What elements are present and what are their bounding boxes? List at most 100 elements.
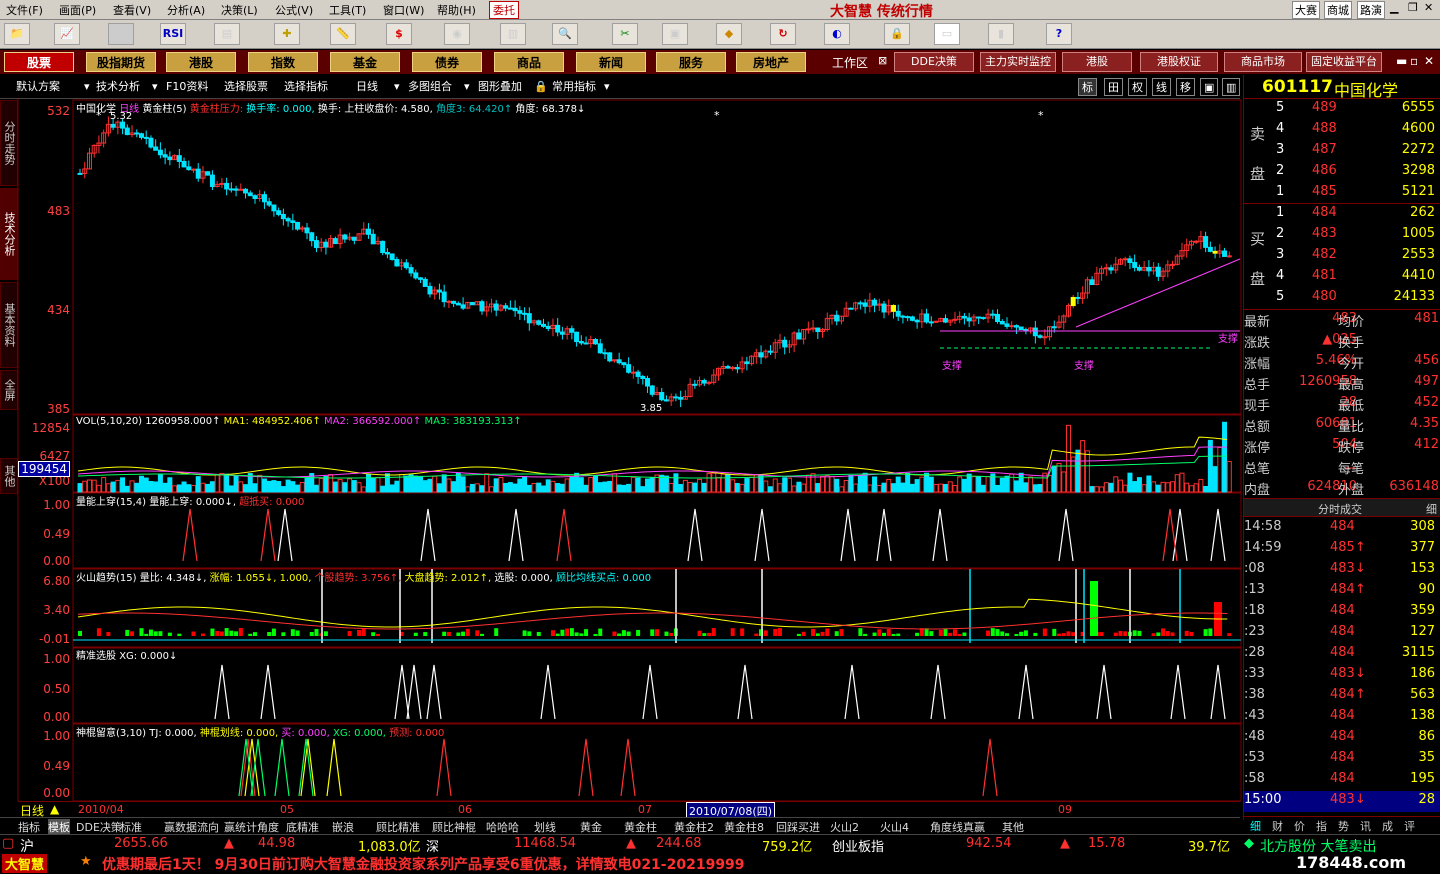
select-stock-tab[interactable]: 选择股票 <box>224 78 268 96</box>
menu-tools[interactable]: 工具(T) <box>329 2 366 18</box>
crosshair-icon[interactable]: ✚ <box>274 23 300 45</box>
ticks-detail-button[interactable]: 细 <box>1426 501 1437 517</box>
menu-screen[interactable]: 画面(P) <box>59 2 96 18</box>
menu-file[interactable]: 文件(F) <box>6 2 43 18</box>
roadshow-link[interactable]: 路演 <box>1357 1 1385 19</box>
diamond-icon[interactable]: ◆ <box>716 23 742 45</box>
indicator-tab[interactable]: 火山2 <box>830 819 859 835</box>
indicator-tab[interactable]: 黄金 <box>580 819 602 835</box>
panel-restore-icon[interactable]: ▫ <box>1410 54 1418 68</box>
chart-icon[interactable]: 📈 <box>54 23 80 45</box>
right-panel-tab[interactable]: 势 <box>1338 818 1349 834</box>
period-up-icon[interactable]: ▲ <box>50 802 59 816</box>
kline-icon[interactable]: ▦ <box>108 23 134 45</box>
minimize-icon[interactable]: ▁ <box>1390 1 1398 14</box>
right-panel-tab[interactable]: 细 <box>1250 818 1261 834</box>
ruler-icon[interactable]: 📏 <box>330 23 356 45</box>
globe-icon[interactable]: ◐ <box>824 23 850 45</box>
tools-icon[interactable]: ✂ <box>612 23 638 45</box>
restore-icon[interactable]: ❐ <box>1408 1 1418 14</box>
multi-chart-tab[interactable]: 多图组合 <box>408 78 452 96</box>
indicator-tab[interactable]: 赢数据流向 <box>164 819 219 835</box>
menu-window[interactable]: 窗口(W) <box>383 2 424 18</box>
lock-small-icon[interactable]: 🔒 <box>534 78 548 96</box>
common-indicator-tab[interactable]: 常用指标 <box>552 78 596 96</box>
mark-button[interactable]: 标 <box>1078 78 1097 96</box>
lock-icon[interactable]: 🔒 <box>884 23 910 45</box>
indicator-tab[interactable]: 黄金柱8 <box>724 819 764 835</box>
indicator-tab[interactable]: 指标 <box>18 819 40 835</box>
rights-button[interactable]: 权 <box>1128 78 1147 96</box>
indicator-tab[interactable]: 顾比神棍 <box>432 819 476 835</box>
indicator-tab[interactable]: 角度线真赢 <box>930 819 985 835</box>
multi-chart-dropdown-icon[interactable]: ▾ <box>464 78 470 96</box>
entrust-button[interactable]: 委托 <box>489 1 519 19</box>
indicator-tab[interactable]: 嵌浪 <box>332 819 354 835</box>
cat-realestate[interactable]: 房地产 <box>736 52 806 72</box>
right-panel-tab[interactable]: 评 <box>1404 818 1415 834</box>
overlay-tab[interactable]: 图形叠加 <box>478 78 522 96</box>
cube-icon[interactable]: ▣ <box>662 23 688 45</box>
grid-icon[interactable]: ▤ <box>214 23 240 45</box>
grid-button[interactable]: 田 <box>1104 78 1123 96</box>
cat-monitor[interactable]: 主力实时监控 <box>980 52 1056 72</box>
indicator-tab[interactable]: 回踩买进 <box>776 819 820 835</box>
dollar-icon[interactable]: $ <box>386 23 412 45</box>
period-dropdown-icon[interactable]: ▾ <box>394 78 400 96</box>
cat-fund[interactable]: 基金 <box>330 52 400 72</box>
brand-badge[interactable]: 大智慧 <box>2 854 48 873</box>
default-scheme[interactable]: 默认方案 <box>16 78 60 96</box>
cat-index[interactable]: 指数 <box>248 52 318 72</box>
cat-commodity[interactable]: 商品 <box>494 52 564 72</box>
menu-view[interactable]: 查看(V) <box>113 2 151 18</box>
f10-tab[interactable]: F10资料 <box>166 78 208 96</box>
right-panel-tab[interactable]: 讯 <box>1360 818 1371 834</box>
binoculars-icon[interactable]: ◉ <box>444 23 470 45</box>
help-icon[interactable]: ? <box>1046 23 1072 45</box>
line-button[interactable]: 线 <box>1152 78 1171 96</box>
search-icon[interactable]: 🔍 <box>552 23 578 45</box>
cat-hk2[interactable]: 港股 <box>1062 52 1132 72</box>
indicator-tab[interactable]: 火山4 <box>880 819 909 835</box>
right-panel-tab[interactable]: 价 <box>1294 818 1305 834</box>
menu-analysis[interactable]: 分析(A) <box>167 2 205 18</box>
rsi-button[interactable]: RSI <box>160 23 186 45</box>
menu-help[interactable]: 帮助(H) <box>437 2 476 18</box>
menu-formula[interactable]: 公式(V) <box>275 2 313 18</box>
indicator-tab[interactable]: 底精准 <box>286 819 319 835</box>
tech-dropdown-icon[interactable]: ▾ <box>152 78 158 96</box>
books-icon[interactable]: ▮ <box>988 23 1014 45</box>
cat-news[interactable]: 新闻 <box>576 52 646 72</box>
indicator-tab[interactable]: 顾比精准 <box>376 819 420 835</box>
indicator-tab[interactable]: 赢统计角度 <box>224 819 279 835</box>
scheme-dropdown-icon[interactable]: ▾ <box>84 78 90 96</box>
indicator-tab[interactable]: 标准 <box>120 819 142 835</box>
panel-close-icon[interactable]: ✕ <box>1424 54 1434 68</box>
window-icon[interactable]: ▭ <box>934 23 960 45</box>
cat-service[interactable]: 服务 <box>656 52 726 72</box>
period-select[interactable]: 日线 <box>356 78 378 96</box>
indicator-tab[interactable]: 划线 <box>534 819 556 835</box>
cat-bond[interactable]: 债券 <box>412 52 482 72</box>
cat-dde[interactable]: DDE决策 <box>894 52 974 72</box>
indicator-tab[interactable]: 其他 <box>1002 819 1024 835</box>
folder-icon[interactable]: 📁 <box>4 23 30 45</box>
window-toggle-icon[interactable]: ▣ <box>1200 78 1219 96</box>
cat-futures[interactable]: 股指期货 <box>86 52 156 72</box>
chart-area[interactable]: * * * <box>0 99 1243 819</box>
menu-decision[interactable]: 决策(L) <box>221 2 258 18</box>
cat-hk[interactable]: 港股 <box>166 52 236 72</box>
indicator-tab[interactable]: 黄金柱2 <box>674 819 714 835</box>
layout-icon[interactable]: ▥ <box>1222 78 1241 96</box>
select-indicator-tab[interactable]: 选择指标 <box>284 78 328 96</box>
refresh-icon[interactable]: ↻ <box>770 23 796 45</box>
tech-analysis-tab[interactable]: 技术分析 <box>96 78 140 96</box>
mall-link[interactable]: 商城 <box>1324 1 1352 19</box>
ad-text[interactable]: 优惠期最后1天！ 9月30日前订购大智慧金融投资家系列产品享受6重优惠，详情致电… <box>102 854 745 874</box>
workspace-dropdown-icon[interactable]: ⊠ <box>878 54 887 67</box>
contest-link[interactable]: 大赛 <box>1292 1 1320 19</box>
cat-stock[interactable]: 股票 <box>4 52 74 72</box>
cat-fixed-income[interactable]: 固定收益平台 <box>1306 52 1382 72</box>
indicator-tab[interactable]: 模板 <box>48 819 70 835</box>
indicator-tab[interactable]: 黄金柱 <box>624 819 657 835</box>
